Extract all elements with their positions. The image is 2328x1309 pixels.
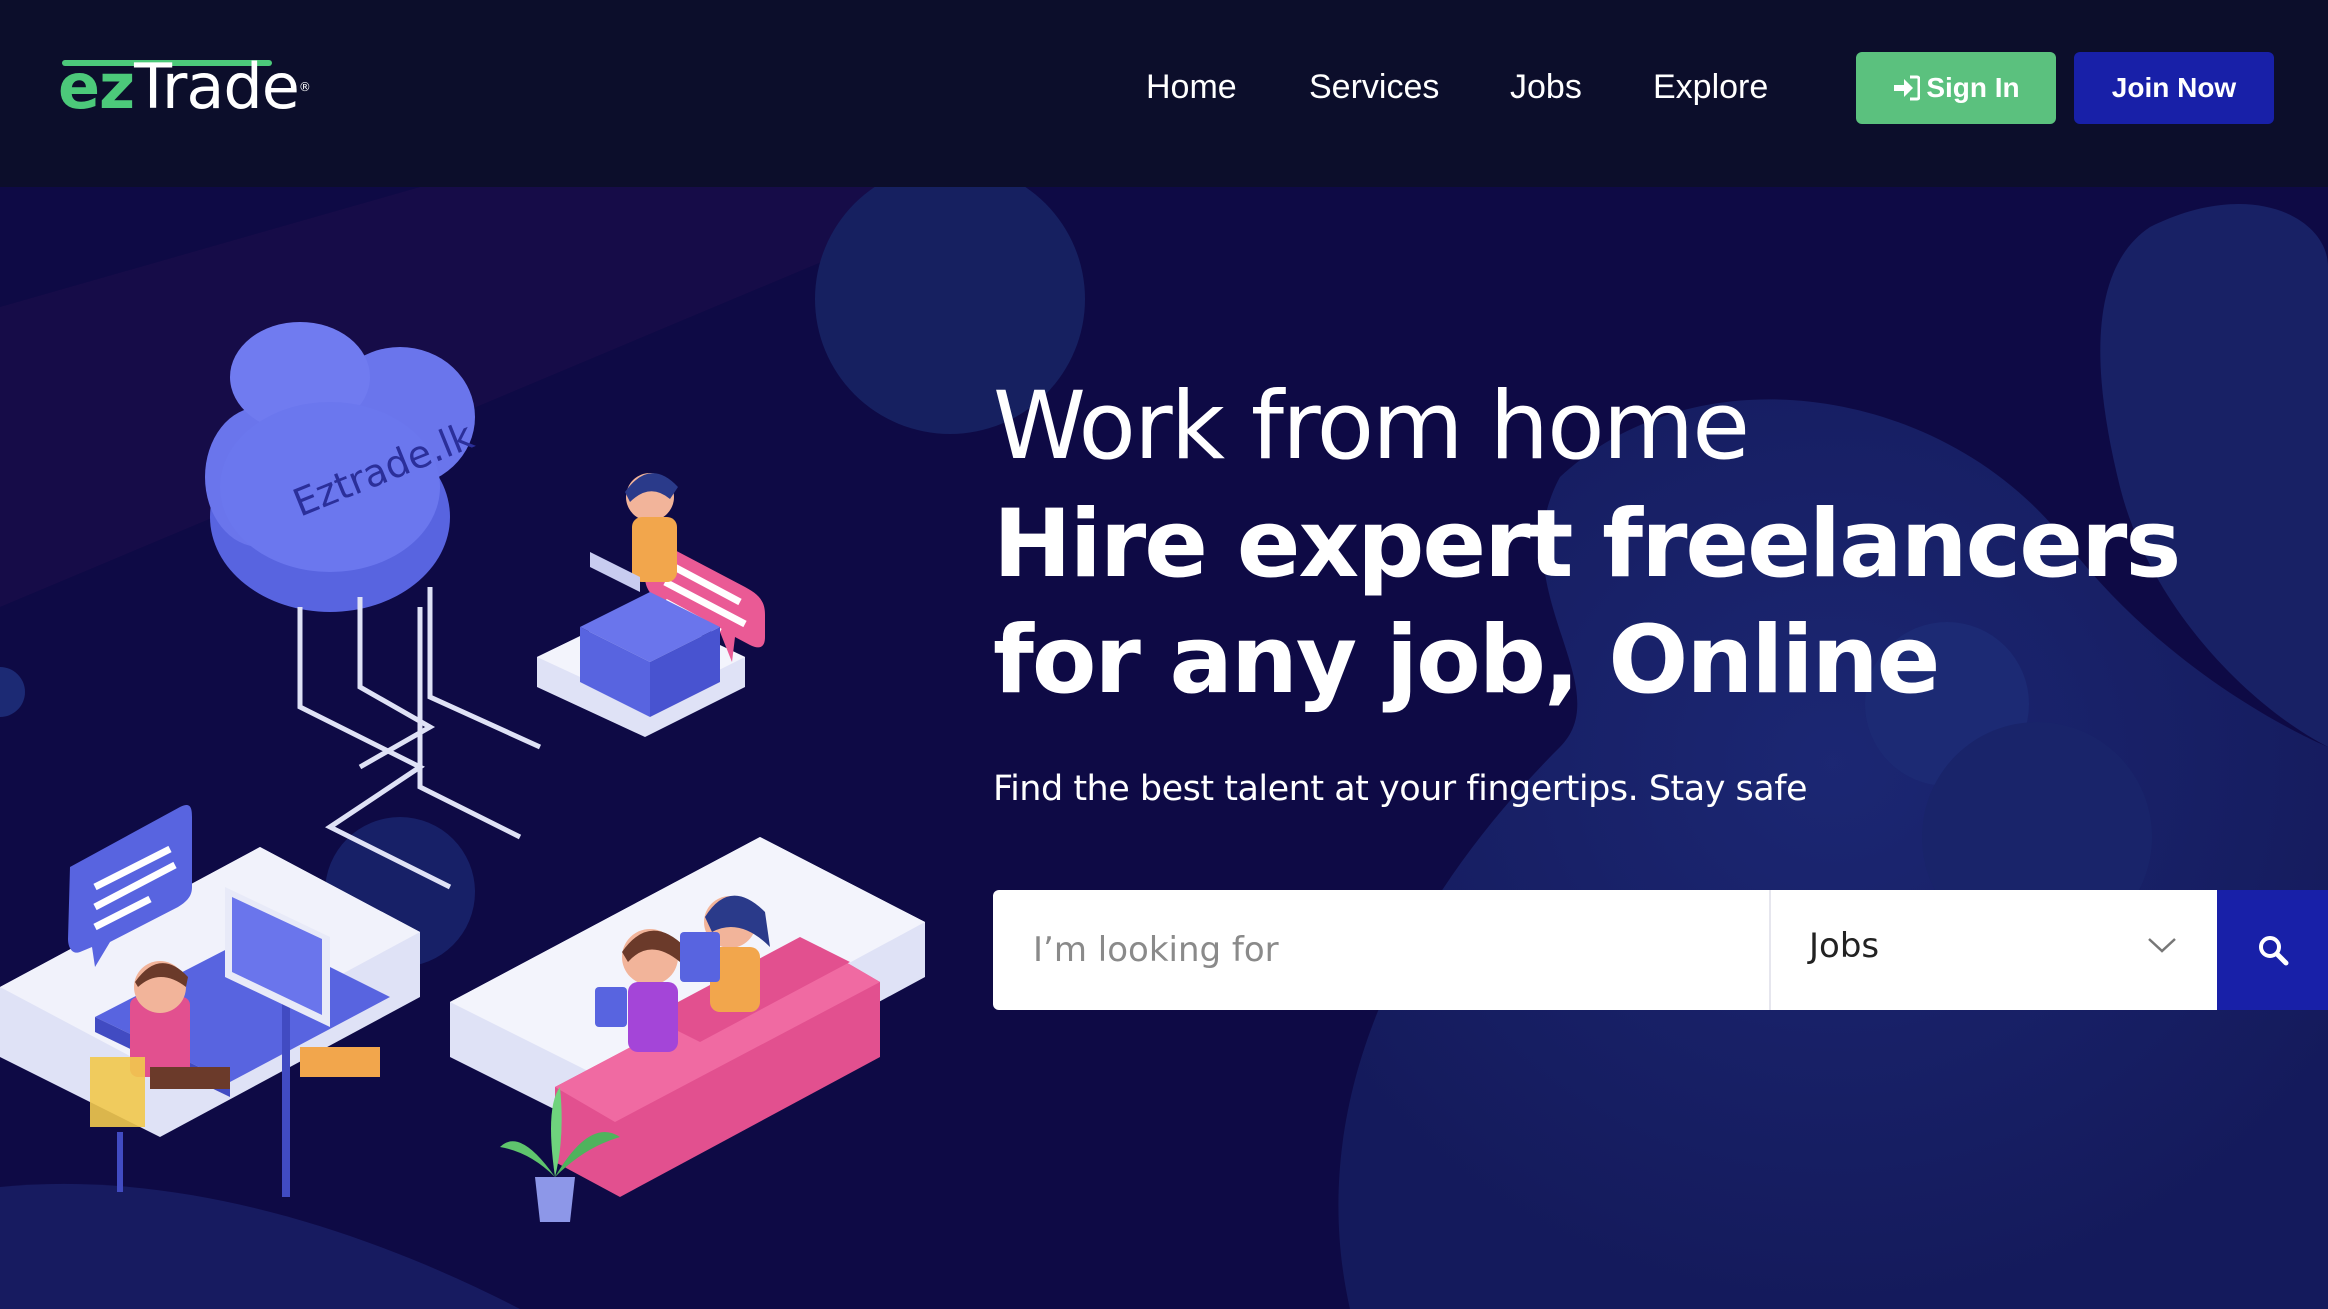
join-now-button[interactable]: Join Now [2074,52,2274,124]
search-input[interactable] [993,890,1769,1010]
logo-wordmark: ezTrade® [58,50,311,123]
sign-in-button[interactable]: Sign In [1856,52,2056,124]
search-button[interactable] [2217,890,2328,1010]
category-select-value: Jobs [1809,926,1880,966]
nav-home[interactable]: Home [1146,62,1237,112]
sign-in-icon [1894,75,1921,101]
chevron-down-icon [2148,938,2176,953]
logo-registered: ® [298,80,311,94]
category-select[interactable]: Jobs [1769,890,2217,1010]
logo-ez: ez [58,50,135,123]
logo-trade: Trade [134,50,300,123]
hero-subtitle: Find the best talent at your fingertips.… [993,769,1808,809]
search-bar: Jobs [993,890,2328,1010]
join-now-label: Join Now [2111,72,2237,103]
cloud-shape: Eztrade.lk [205,322,479,612]
hero-heading-light: Work from home [993,372,1750,481]
nav-services[interactable]: Services [1309,62,1439,112]
hero-heading-bold: Hire expert freelancers for any job, Onl… [993,490,2181,715]
nav-explore[interactable]: Explore [1653,62,1768,112]
nav-jobs[interactable]: Jobs [1510,62,1582,112]
hero-section: Eztrade.lk Work from home Hire expert fr… [0,187,2328,1309]
eztrade-logo[interactable]: ezTrade® [58,52,311,122]
search-icon [2258,936,2288,966]
sign-in-label: Sign In [1926,72,2020,103]
site-header: ezTrade® Home Services Jobs Explore Sign… [0,0,2328,187]
freelancers-illustration: Eztrade.lk [0,322,925,1222]
